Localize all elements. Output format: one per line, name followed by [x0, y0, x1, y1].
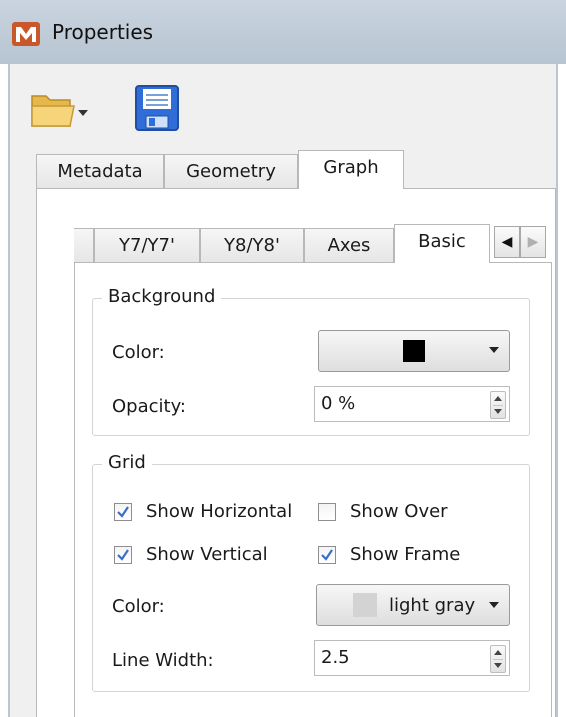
tab-label: Metadata — [57, 161, 143, 182]
show-frame-checkbox[interactable] — [318, 546, 336, 564]
tab-metadata[interactable]: Metadata — [36, 154, 164, 188]
title-bar: Properties — [0, 0, 566, 64]
tab-partial — [74, 228, 94, 262]
checkmark-icon — [117, 506, 129, 518]
opacity-value: 0 % — [321, 393, 356, 414]
grid-color-label: Color: — [112, 596, 165, 617]
background-color-label: Color: — [112, 342, 165, 363]
chevron-down-icon — [489, 602, 499, 608]
checkmark-icon — [321, 549, 333, 561]
show-over-label[interactable]: Show Over — [350, 501, 448, 522]
save-button[interactable] — [134, 84, 180, 132]
tab-label: Y8/Y8' — [224, 235, 280, 256]
grid-group-title: Grid — [102, 452, 152, 473]
tab-label: Graph — [323, 156, 379, 178]
line-width-label: Line Width: — [112, 650, 214, 671]
tab-scroll-left-button[interactable]: ◀ — [494, 226, 520, 258]
tab-y7[interactable]: Y7/Y7' — [94, 228, 200, 262]
tab-basic[interactable]: Basic — [394, 224, 490, 263]
spin-down-icon — [494, 663, 502, 668]
arrow-left-icon: ◀ — [501, 234, 513, 250]
background-color-dropdown[interactable] — [318, 330, 510, 372]
app-logo-icon — [12, 22, 40, 46]
tab-label: Basic — [418, 230, 466, 252]
line-width-value: 2.5 — [321, 647, 350, 668]
spin-arrows[interactable] — [490, 391, 506, 419]
show-horizontal-label[interactable]: Show Horizontal — [146, 501, 292, 522]
spin-down-icon — [494, 409, 502, 414]
grid-color-dropdown[interactable]: light gray — [316, 584, 510, 626]
tab-geometry[interactable]: Geometry — [164, 154, 298, 188]
tab-scroll-right-button[interactable]: ▶ — [520, 226, 546, 258]
tab-label: Geometry — [186, 161, 276, 182]
color-swatch — [353, 593, 377, 617]
chevron-down-icon — [489, 347, 499, 353]
background-group-title: Background — [102, 286, 222, 307]
tab-axes[interactable]: Axes — [304, 228, 394, 262]
opacity-label: Opacity: — [112, 396, 186, 417]
opacity-spinbox[interactable]: 0 % — [314, 386, 510, 422]
show-horizontal-checkbox[interactable] — [114, 503, 132, 521]
line-width-spinbox[interactable]: 2.5 — [314, 640, 510, 676]
arrow-right-icon: ▶ — [527, 234, 539, 250]
show-over-checkbox[interactable] — [318, 503, 336, 521]
show-vertical-label[interactable]: Show Vertical — [146, 544, 268, 565]
color-swatch — [403, 340, 425, 362]
spin-arrows[interactable] — [490, 645, 506, 673]
show-frame-label[interactable]: Show Frame — [350, 544, 460, 565]
tab-graph[interactable]: Graph — [298, 150, 404, 189]
checkmark-icon — [117, 549, 129, 561]
show-vertical-checkbox[interactable] — [114, 546, 132, 564]
open-button[interactable] — [30, 90, 90, 130]
spin-up-icon — [494, 396, 502, 401]
tab-label: Y7/Y7' — [119, 235, 175, 256]
folder-icon — [31, 95, 88, 127]
tab-label: Axes — [327, 235, 371, 256]
window-title: Properties — [52, 20, 154, 44]
grid-color-value: light gray — [389, 595, 476, 616]
floppy-disk-icon — [135, 85, 179, 131]
tab-y8[interactable]: Y8/Y8' — [200, 228, 304, 262]
spin-up-icon — [494, 650, 502, 655]
